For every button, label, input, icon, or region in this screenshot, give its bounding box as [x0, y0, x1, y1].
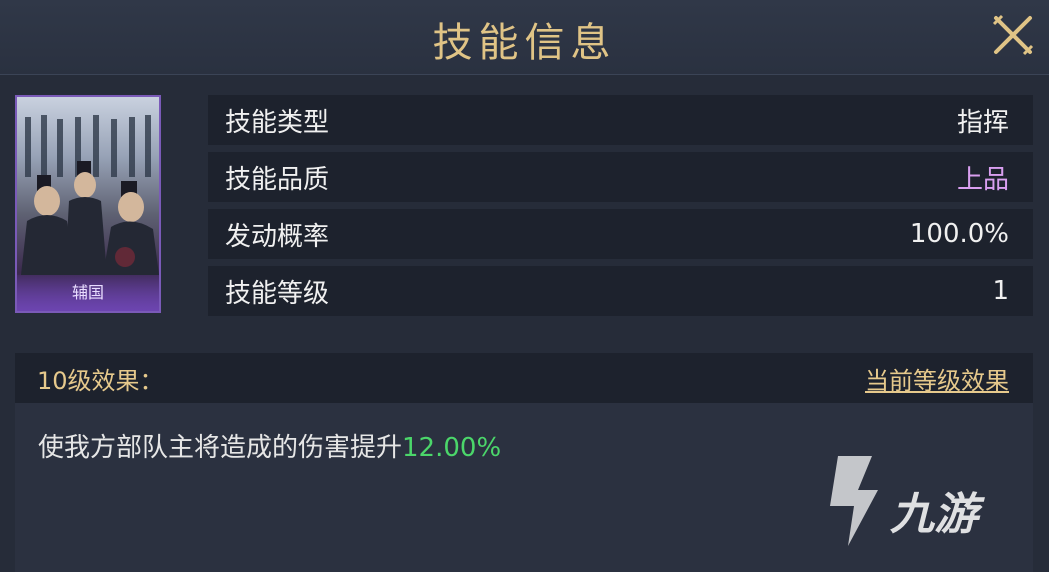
- effect-description: 使我方部队主将造成的伤害提升12.00%: [38, 427, 501, 464]
- watermark-text: 九游: [890, 489, 978, 540]
- skill-artwork-icon: [21, 115, 159, 275]
- attribute-row-type: 技能类型 指挥: [208, 95, 1033, 145]
- attribute-list: 技能类型 指挥 技能品质 上品 发动概率 100.0% 技能等级 1: [208, 95, 1033, 323]
- attribute-label: 技能等级: [225, 278, 330, 309]
- attribute-label: 技能类型: [225, 107, 330, 138]
- attribute-row-chance: 发动概率 100.0%: [208, 209, 1033, 259]
- effect-text: 使我方部队主将造成的伤害提升: [38, 433, 403, 463]
- attribute-value: 指挥: [956, 107, 1009, 138]
- close-icon[interactable]: [990, 12, 1036, 58]
- title-bar: 技能信息: [0, 0, 1049, 75]
- quality-value: 上品: [956, 164, 1009, 195]
- current-level-effect-link[interactable]: 当前等级效果: [865, 361, 1009, 396]
- attribute-row-level: 技能等级 1: [208, 266, 1033, 316]
- page-title: 技能信息: [432, 20, 617, 66]
- effect-highlight-value: 12.00%: [402, 433, 502, 463]
- attribute-value: 1: [992, 276, 1009, 306]
- effect-header: 10级效果： 当前等级效果: [15, 353, 1033, 403]
- skill-name: 辅国: [17, 275, 159, 311]
- skill-card: 辅国: [15, 95, 161, 313]
- attribute-label: 技能品质: [225, 164, 330, 195]
- attribute-label: 发动概率: [225, 221, 330, 252]
- attribute-value: 100.0%: [909, 219, 1009, 249]
- effect-title: 10级效果：: [37, 366, 164, 395]
- attribute-row-quality: 技能品质 上品: [208, 152, 1033, 202]
